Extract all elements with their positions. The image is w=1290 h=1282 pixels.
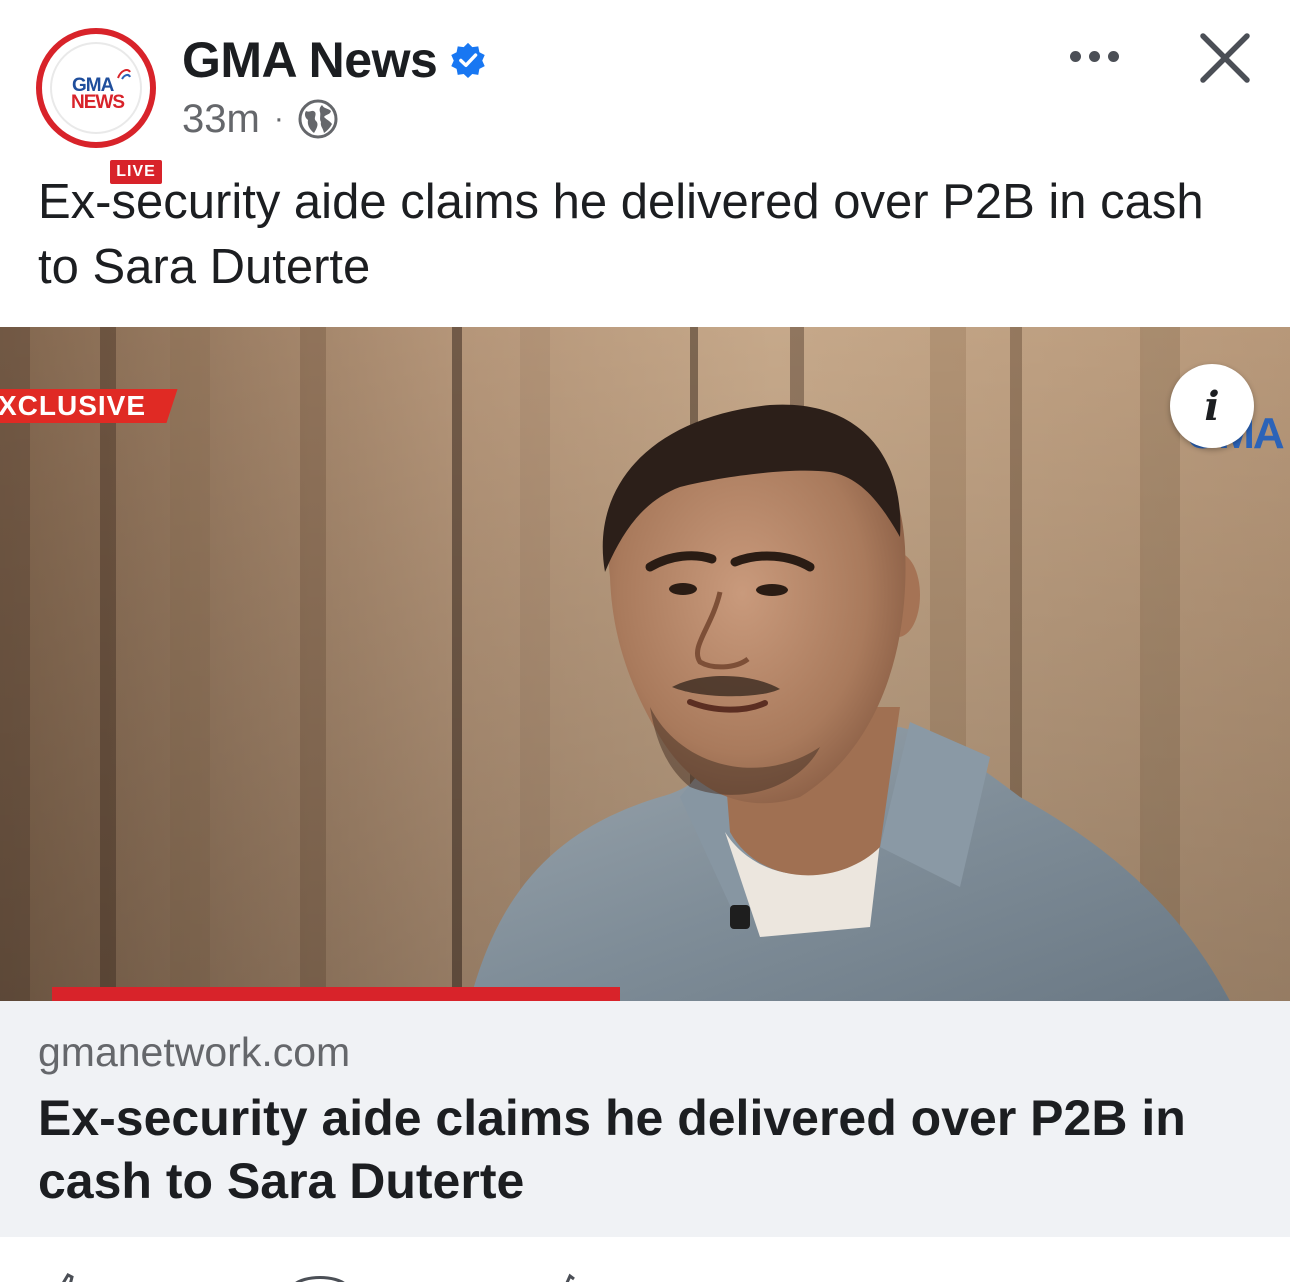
- exclusive-overlay-tag: XCLUSIVE: [0, 389, 178, 423]
- exclusive-overlay-text: XCLUSIVE: [0, 390, 147, 421]
- close-icon[interactable]: [1190, 24, 1260, 94]
- like-icon[interactable]: [48, 1273, 88, 1282]
- post-header: GMA NEWS LIVE GMA News 33m ·: [0, 0, 1290, 186]
- share-icon[interactable]: [548, 1273, 588, 1282]
- page-avatar[interactable]: GMA NEWS LIVE: [36, 28, 164, 186]
- more-horizontal-icon: [1069, 50, 1081, 62]
- globe-icon: [298, 99, 338, 139]
- more-options-button[interactable]: [1060, 34, 1128, 78]
- page-name-row: GMA News: [182, 30, 487, 90]
- lower-third-bar: [52, 987, 620, 1001]
- action-bar: [0, 1237, 1290, 1282]
- more-horizontal-icon-dot: [1088, 50, 1100, 62]
- facebook-post: GMA NEWS LIVE GMA News 33m · Ex-security…: [0, 0, 1290, 1282]
- meta-separator: ·: [273, 102, 284, 135]
- link-title: Ex-security aide claims he delivered ove…: [38, 1090, 1186, 1209]
- verified-badge-icon: [451, 42, 486, 79]
- page-name[interactable]: GMA News: [182, 30, 438, 90]
- info-button[interactable]: i: [1170, 364, 1254, 448]
- comment-icon[interactable]: [290, 1273, 350, 1282]
- post-timestamp[interactable]: 33m: [182, 94, 260, 144]
- avatar-logo: GMA NEWS: [50, 42, 142, 134]
- interview-photo: [0, 327, 1290, 1001]
- link-preview[interactable]: gmanetwork.com Ex-security aide claims h…: [0, 1001, 1290, 1237]
- post-image[interactable]: XCLUSIVE GMA i: [0, 327, 1290, 1001]
- post-caption: Ex-security aide claims he delivered ove…: [38, 175, 1204, 294]
- avatar-logo-line2: NEWS: [71, 92, 125, 113]
- post-meta: 33m ·: [182, 94, 340, 144]
- more-horizontal-icon-dot: [1107, 50, 1119, 62]
- logo-swirl-icon: [117, 69, 131, 80]
- link-domain: gmanetwork.com: [38, 1029, 351, 1075]
